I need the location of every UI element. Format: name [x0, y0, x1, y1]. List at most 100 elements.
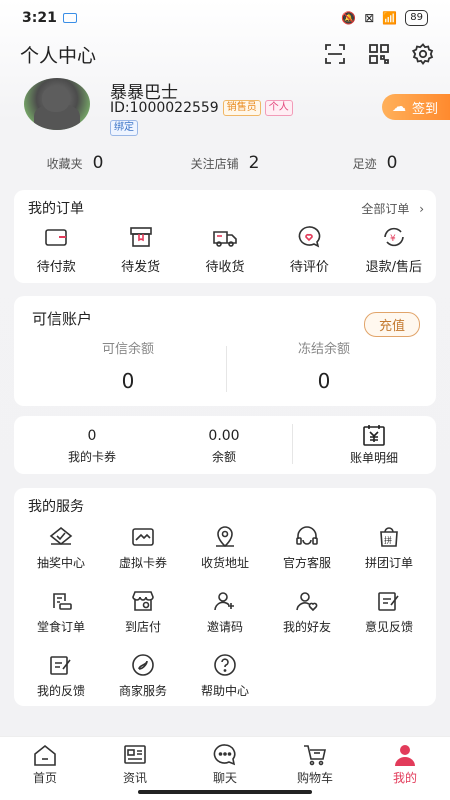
- signin-label: 签到: [412, 101, 439, 117]
- service-label: 堂食订单: [36, 620, 85, 634]
- wallet-balance-label: 余额: [211, 450, 236, 464]
- order-pending-review[interactable]: 待评价: [267, 224, 351, 275]
- refund-icon: ¥: [384, 227, 404, 247]
- invite-icon: [214, 592, 234, 611]
- stat-label: 关注店铺: [190, 156, 239, 171]
- all-orders-link[interactable]: 全部订单 ›: [361, 200, 424, 217]
- svg-text:拼: 拼: [384, 535, 392, 545]
- cloud-icon: ☁: [392, 99, 406, 115]
- service-help-center[interactable]: 帮助中心: [184, 652, 266, 700]
- wallet-balance-value: 0.00: [208, 428, 240, 444]
- trusted-account-card: 可信账户 充值 可信余额 0 冻结余额 0: [14, 296, 436, 406]
- home-indicator: [138, 790, 312, 794]
- tab-home[interactable]: 首页: [0, 737, 90, 800]
- location-icon: [216, 526, 234, 548]
- orders-title: 我的订单: [28, 201, 84, 217]
- service-label: 意见反馈: [364, 620, 413, 634]
- tab-mine[interactable]: 我的: [360, 737, 450, 800]
- box-icon: [129, 227, 152, 247]
- order-pending-payment[interactable]: 待付款: [14, 224, 98, 275]
- battery-icon: 89: [405, 10, 428, 26]
- service-label: 虚拟卡券: [118, 556, 167, 570]
- mute-icon: 🔕: [341, 11, 357, 25]
- recharge-button[interactable]: 充值: [363, 312, 420, 337]
- truck-icon: [213, 231, 237, 247]
- comment-icon: [299, 226, 321, 248]
- stat-value: 2: [248, 153, 260, 173]
- service-merchant[interactable]: 商家服务: [102, 652, 184, 700]
- dine-in-icon: [53, 593, 72, 610]
- service-invite-code[interactable]: 邀请码: [184, 588, 266, 636]
- service-feedback[interactable]: 意见反馈: [348, 588, 430, 636]
- signin-button[interactable]: ☁ 签到: [382, 94, 450, 120]
- personal-badge: 个人: [264, 100, 293, 116]
- voucher-icon: [132, 528, 154, 546]
- feedback-icon: [378, 592, 399, 611]
- scan-icon[interactable]: [322, 41, 348, 67]
- balance-label: 可信余额: [101, 342, 154, 357]
- service-address[interactable]: 收货地址: [184, 524, 266, 572]
- stat-followed-shops[interactable]: 关注店铺 2: [150, 150, 300, 176]
- service-my-friends[interactable]: 我的好友: [266, 588, 348, 636]
- balance[interactable]: 0.00 余额: [164, 428, 284, 465]
- cards-value: 0: [87, 428, 97, 444]
- frozen-balance[interactable]: 冻结余额 0: [224, 338, 424, 393]
- seller-badge: 销售员: [222, 100, 261, 116]
- bill-label: 账单明细: [349, 451, 398, 465]
- bill-details[interactable]: 账单明细: [314, 424, 434, 466]
- page-header: 个人中心: [20, 38, 436, 70]
- lottery-icon: [49, 526, 73, 546]
- order-refund[interactable]: ¥ 退款/售后: [352, 224, 436, 275]
- services-card: 我的服务 抽奖中心 虚拟卡券 收货地址 官方客服 拼 拼团订单 堂食订单 到店付: [14, 488, 436, 706]
- service-label: 收货地址: [200, 556, 249, 570]
- group-order-icon: 拼: [380, 527, 398, 547]
- services-title: 我的服务: [28, 499, 84, 515]
- tab-label: 资讯: [122, 771, 147, 785]
- service-pay-in-store[interactable]: 到店付: [102, 588, 184, 636]
- balance-value: 0: [121, 369, 135, 393]
- home-icon: [34, 744, 56, 766]
- sim-icon: ⊠: [364, 11, 375, 25]
- bind-button[interactable]: 绑定: [110, 120, 138, 136]
- user-id: ID:1000022559: [110, 100, 219, 116]
- service-label: 商家服务: [118, 684, 167, 698]
- headset-icon: [296, 526, 318, 545]
- service-group-order[interactable]: 拼 拼团订单: [348, 524, 430, 572]
- news-icon: [124, 745, 146, 764]
- order-pending-shipment[interactable]: 待发货: [98, 224, 182, 275]
- qrcode-icon[interactable]: [366, 41, 392, 67]
- service-lottery[interactable]: 抽奖中心: [20, 524, 102, 572]
- profile-section: 暴暴巴士 ID:1000022559 销售员 个人 绑定 ☁ 签到: [24, 78, 450, 136]
- trusted-balance[interactable]: 可信余额 0: [28, 338, 228, 393]
- frozen-value: 0: [317, 369, 331, 393]
- service-virtual-voucher[interactable]: 虚拟卡券: [102, 524, 184, 572]
- order-label: 待发货: [121, 260, 161, 275]
- tab-label: 购物车: [296, 771, 333, 785]
- order-label: 待付款: [36, 260, 76, 275]
- user-id-row: ID:1000022559 销售员 个人: [110, 100, 293, 116]
- status-time: 3:21: [22, 10, 57, 26]
- service-my-feedback[interactable]: 我的反馈: [20, 652, 102, 700]
- orders-card: 我的订单 全部订单 › 待付款 待发货 待收货 待评价 ¥ 退款/售后: [14, 190, 436, 283]
- message-icon: [62, 13, 77, 23]
- stat-footprints[interactable]: 足迹 0: [300, 150, 450, 176]
- settings-gear-icon[interactable]: [410, 41, 436, 67]
- frozen-label: 冻结余额: [297, 342, 350, 357]
- order-pending-receipt[interactable]: 待收货: [183, 224, 267, 275]
- service-label: 帮助中心: [200, 684, 249, 698]
- cards-label: 我的卡券: [67, 450, 116, 464]
- service-label: 我的反馈: [36, 684, 85, 698]
- wifi-icon: 📶: [382, 11, 398, 25]
- my-feedback-icon: [50, 656, 71, 675]
- avatar[interactable]: [24, 78, 90, 130]
- chat-icon: [213, 744, 236, 766]
- stat-favorites[interactable]: 收藏夹 0: [0, 150, 150, 176]
- bill-icon: [363, 425, 385, 446]
- my-cards[interactable]: 0 我的卡券: [32, 428, 152, 465]
- friends-icon: [296, 592, 318, 612]
- service-label: 抽奖中心: [36, 556, 85, 570]
- service-dine-in[interactable]: 堂食订单: [20, 588, 102, 636]
- service-official-support[interactable]: 官方客服: [266, 524, 348, 572]
- order-label: 退款/售后: [365, 260, 423, 275]
- store-icon: [132, 591, 154, 611]
